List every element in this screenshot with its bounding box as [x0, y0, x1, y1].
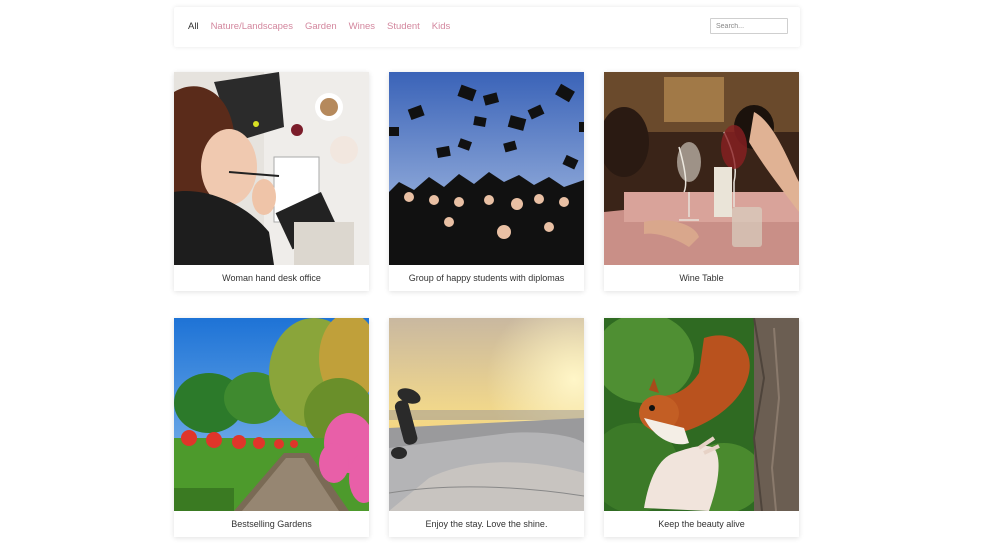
gallery-card-woman-desk[interactable]: Woman hand desk office: [174, 72, 369, 291]
filter-student[interactable]: Student: [387, 21, 420, 33]
gallery-caption: Enjoy the stay. Love the shine.: [425, 519, 548, 529]
filter-garden[interactable]: Garden: [305, 21, 337, 33]
filter-wines[interactable]: Wines: [349, 21, 375, 33]
filter-nature-landscapes[interactable]: Nature/Landscapes: [211, 21, 293, 33]
gallery-caption: Keep the beauty alive: [658, 519, 745, 529]
gallery-card-gardens[interactable]: Bestselling Gardens: [174, 318, 369, 537]
filter-kids[interactable]: Kids: [432, 21, 450, 33]
gallery-caption: Group of happy students with diplomas: [408, 273, 565, 283]
photo-graduates: [389, 72, 584, 265]
gallery-card-wine-table[interactable]: Wine Table: [604, 72, 799, 291]
photo-skatepark: [389, 318, 584, 511]
photo-squirrel: [604, 318, 799, 511]
photo-wine-table: [604, 72, 799, 265]
category-filters: All Nature/Landscapes Garden Wines Stude…: [188, 21, 450, 33]
photo-woman-desk: [174, 72, 369, 265]
search-input[interactable]: [710, 18, 788, 34]
gallery-caption: Wine Table: [679, 273, 724, 283]
photo-gardens: [174, 318, 369, 511]
gallery-caption: Bestselling Gardens: [231, 519, 312, 529]
gallery-card-skatepark[interactable]: Enjoy the stay. Love the shine.: [389, 318, 584, 537]
gallery-card-graduates[interactable]: Group of happy students with diplomas: [389, 72, 584, 291]
gallery-card-squirrel[interactable]: Keep the beauty alive: [604, 318, 799, 537]
filter-all[interactable]: All: [188, 21, 199, 33]
gallery-caption: Woman hand desk office: [222, 273, 321, 283]
filter-bar: All Nature/Landscapes Garden Wines Stude…: [174, 7, 800, 47]
